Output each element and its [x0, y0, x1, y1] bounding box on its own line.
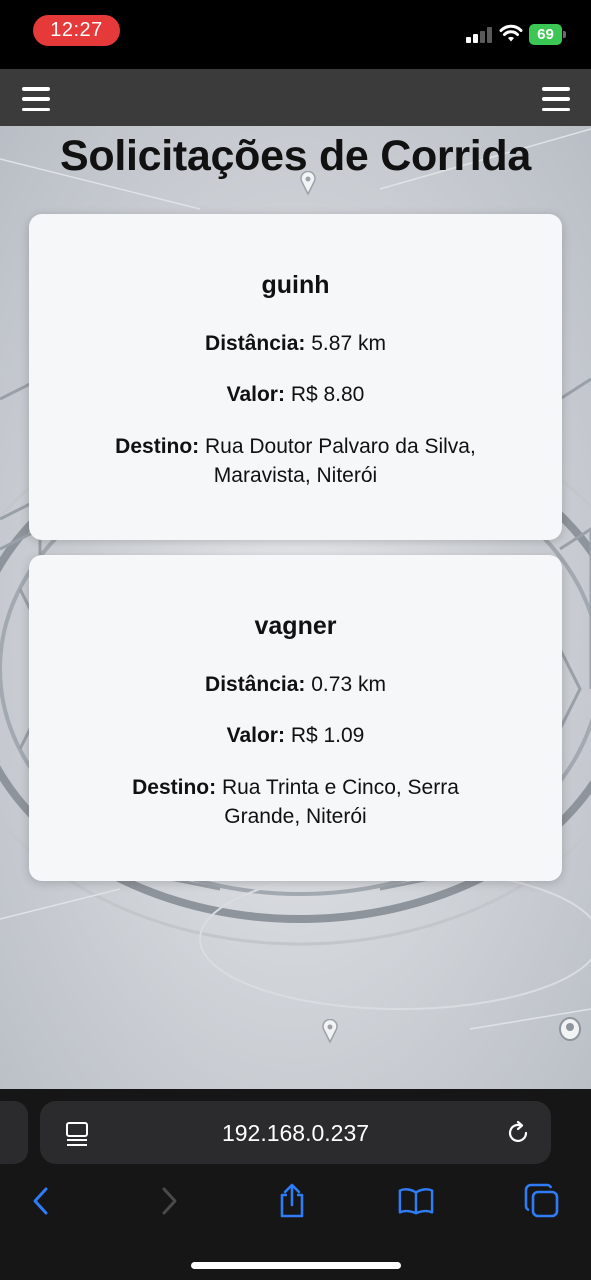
reload-icon[interactable] [507, 1120, 531, 1146]
passenger-name: guinh [261, 271, 330, 299]
value-label: Valor: [226, 383, 285, 406]
map-pin-icon [559, 1017, 581, 1041]
bookmarks-icon[interactable] [398, 1183, 434, 1219]
distance-value: 5.87 km [311, 332, 386, 355]
map-pin-icon [322, 1019, 338, 1043]
menu-icon[interactable] [542, 87, 570, 111]
cellular-signal-icon [466, 27, 494, 43]
destination-row: Destino: Rua Doutor Palvaro da Silva, Ma… [59, 432, 532, 490]
battery-level: 69 [529, 24, 562, 45]
value-amount: R$ 1.09 [290, 724, 365, 747]
battery-icon: 69 [529, 24, 567, 45]
share-icon[interactable] [274, 1183, 310, 1219]
distance-label: Distância: [205, 332, 306, 355]
tabs-icon[interactable] [524, 1183, 560, 1219]
destination-label: Destino: [132, 776, 217, 799]
destination-value: Rua Doutor Palvaro da Silva, Maravista, … [205, 435, 476, 487]
status-bar: 12:27 69 [0, 0, 591, 69]
page-title: Solicitações de Corrida [59, 132, 532, 180]
value-row: Valor: R$ 8.80 [59, 380, 532, 409]
distance-row: Distância: 0.73 km [59, 670, 532, 699]
home-indicator[interactable] [191, 1262, 401, 1269]
address-bar[interactable]: 192.168.0.237 [40, 1101, 551, 1164]
forward-icon[interactable] [151, 1183, 187, 1219]
destination-value: Rua Trinta e Cinco, Serra Grande, Niteró… [221, 776, 459, 828]
passenger-name: vagner [254, 612, 337, 640]
web-content: Solicitações de Corrida guinh Distância:… [0, 69, 591, 1089]
previous-tab-edge[interactable] [0, 1101, 28, 1164]
value-row: Valor: R$ 1.09 [59, 721, 532, 750]
ride-request-card[interactable]: vagner Distância: 0.73 km Valor: R$ 1.09… [29, 555, 562, 881]
wifi-icon [499, 24, 523, 42]
distance-value: 0.73 km [311, 673, 386, 696]
value-label: Valor: [226, 724, 285, 747]
back-icon[interactable] [23, 1183, 59, 1219]
distance-row: Distância: 5.87 km [59, 329, 532, 358]
url-text[interactable]: 192.168.0.237 [40, 1120, 551, 1147]
map-pin-icon [300, 171, 316, 195]
browser-toolbar: 192.168.0.237 [0, 1089, 591, 1280]
menu-icon[interactable] [22, 87, 50, 111]
destination-label: Destino: [115, 435, 200, 458]
top-nav-bar [0, 69, 591, 126]
distance-label: Distância: [205, 673, 306, 696]
value-amount: R$ 8.80 [290, 383, 365, 406]
ride-request-card[interactable]: guinh Distância: 5.87 km Valor: R$ 8.80 … [29, 214, 562, 540]
destination-row: Destino: Rua Trinta e Cinco, Serra Grand… [59, 773, 532, 831]
status-time[interactable]: 12:27 [33, 15, 120, 46]
